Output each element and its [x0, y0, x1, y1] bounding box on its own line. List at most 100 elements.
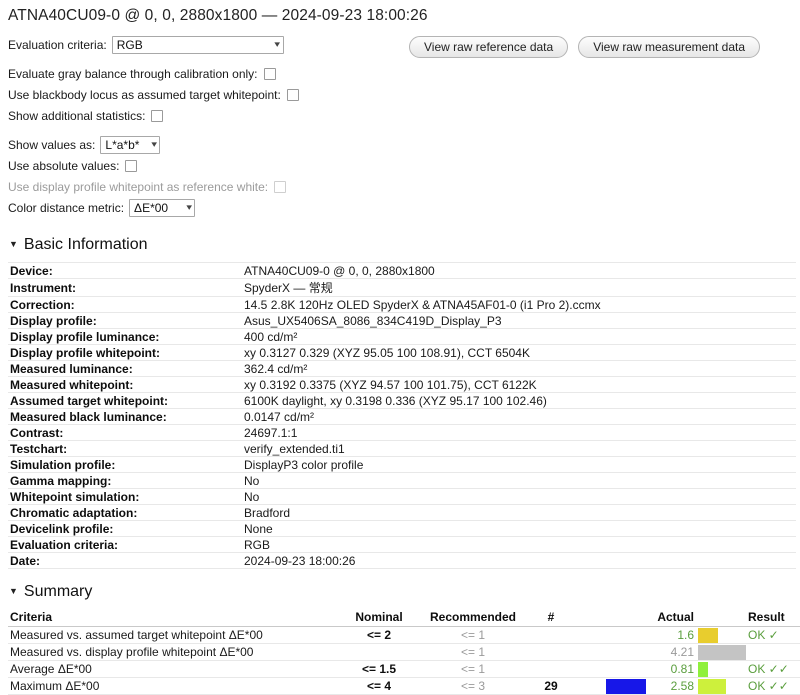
column-header-count-bar: [574, 607, 646, 627]
summary-count: [528, 643, 574, 661]
absolute-values-checkbox[interactable]: [125, 159, 138, 172]
summary-actual: 4.21: [646, 643, 698, 661]
basic-information-section-header[interactable]: ▼ Basic Information: [6, 236, 794, 254]
info-key: Gamma mapping:: [8, 472, 242, 489]
summary-result-text: OK ✓✓: [748, 679, 789, 693]
info-key: Whitepoint simulation:: [8, 488, 242, 505]
info-value: SpyderX — 常规: [242, 278, 796, 297]
show-values-as-select[interactable]: L*a*b* ▾: [100, 135, 161, 154]
info-value: 2024-09-23 18:00:26: [242, 552, 796, 569]
summary-result: OK ✓: [748, 626, 800, 644]
additional-statistics-checkbox[interactable]: [151, 109, 164, 122]
blackbody-locus-checkbox[interactable]: [286, 88, 299, 101]
summary-nominal: [340, 643, 418, 661]
evaluation-criteria-label: Evaluation criteria:: [8, 37, 107, 52]
table-row: Contrast: 24697.1:1: [8, 424, 796, 441]
summary-actual-text: 2.58: [670, 679, 694, 693]
table-row: Testchart: verify_extended.ti1: [8, 440, 796, 457]
column-header-result: Result: [748, 607, 800, 627]
info-key: Measured luminance:: [8, 360, 242, 377]
info-key: Contrast:: [8, 424, 242, 441]
value-bar: [698, 678, 726, 694]
color-distance-metric-label: Color distance metric:: [8, 200, 125, 215]
summary-actual-text: 1.6: [677, 628, 694, 642]
info-key: Evaluation criteria:: [8, 536, 242, 553]
info-value: No: [242, 472, 796, 489]
report-page: ATNA40CU09-0 @ 0, 0, 2880x1800 — 2024-09…: [0, 0, 800, 695]
table-row: Maximum ΔE*00 <= 4 <= 3 29 2.58 OK ✓✓: [8, 677, 800, 695]
summary-count-bar-cell: [574, 660, 646, 678]
info-key: Date:: [8, 552, 242, 569]
option-row-gray-balance: Evaluate gray balance through calibratio…: [6, 63, 794, 84]
chevron-down-icon: ▾: [185, 202, 192, 212]
gray-balance-checkbox[interactable]: [263, 67, 276, 80]
info-value: No: [242, 488, 796, 505]
evaluation-criteria-select[interactable]: RGB ▾: [111, 35, 284, 54]
table-row: Display profile whitepoint: xy 0.3127 0.3…: [8, 344, 796, 361]
table-row: Measured luminance: 362.4 cd/m²: [8, 360, 796, 377]
table-row: Date: 2024-09-23 18:00:26: [8, 552, 796, 569]
blackbody-locus-label: Use blackbody locus as assumed target wh…: [8, 87, 281, 102]
summary-header-row: Criteria Nominal Recommended # Actual Re…: [8, 607, 800, 627]
summary-criteria: Measured vs. assumed target whitepoint Δ…: [8, 626, 340, 644]
triangle-down-icon: ▼: [9, 586, 18, 596]
info-value: 6100K daylight, xy 0.3198 0.336 (XYZ 95.…: [242, 392, 796, 409]
option-row-display-profile-whitepoint: Use display profile whitepoint as refere…: [6, 176, 794, 197]
info-key: Chromatic adaptation:: [8, 504, 242, 521]
summary-count: [528, 660, 574, 678]
table-row: Display profile: Asus_UX5406SA_8086_834C4…: [8, 312, 796, 329]
info-value: verify_extended.ti1: [242, 440, 796, 457]
table-row: Device: ATNA40CU09-0 @ 0, 0, 2880x1800: [8, 262, 796, 279]
chevron-down-icon: ▾: [274, 39, 281, 49]
color-distance-metric-select[interactable]: ΔE*00 ▾: [129, 198, 196, 217]
info-value: RGB: [242, 536, 796, 553]
column-header-criteria: Criteria: [8, 607, 340, 627]
view-raw-measurement-data-button[interactable]: View raw measurement data: [578, 36, 761, 58]
summary-actual: 2.58: [646, 677, 698, 695]
info-value: xy 0.3192 0.3375 (XYZ 94.57 100 101.75),…: [242, 376, 796, 393]
table-row: Whitepoint simulation: No: [8, 488, 796, 505]
value-bar-wrap: [698, 678, 748, 694]
summary-criteria: Maximum ΔE*00: [8, 677, 340, 695]
show-values-as-value: L*a*b*: [105, 137, 140, 152]
info-key: Assumed target whitepoint:: [8, 392, 242, 409]
table-row: Devicelink profile: None: [8, 520, 796, 537]
count-bar-wrap: [574, 678, 646, 694]
color-distance-metric-value: ΔE*00: [134, 200, 169, 215]
option-row-additional-statistics: Show additional statistics:: [6, 105, 794, 126]
triangle-down-icon: ▼: [9, 239, 18, 249]
value-bar: [698, 644, 746, 660]
summary-recommended-text: <= 3: [460, 679, 486, 693]
evaluation-criteria-value: RGB: [116, 37, 143, 52]
info-value: DisplayP3 color profile: [242, 456, 796, 473]
table-row: Chromatic adaptation: Bradford: [8, 504, 796, 521]
info-key: Devicelink profile:: [8, 520, 242, 537]
summary-section-header[interactable]: ▼ Summary: [6, 583, 794, 601]
summary-heading: Summary: [23, 583, 93, 600]
summary-value-bar-cell: [698, 677, 748, 695]
table-row: Evaluation criteria: RGB: [8, 536, 796, 553]
info-value: 400 cd/m²: [242, 328, 796, 345]
info-value: None: [242, 520, 796, 537]
summary-count-bar-cell: [574, 677, 646, 695]
table-row: Measured whitepoint: xy 0.3192 0.3375 (XY…: [8, 376, 796, 393]
summary-nominal-text: <= 1.5: [361, 662, 397, 676]
basic-information-heading: Basic Information: [23, 236, 148, 253]
summary-value-bar-cell: [698, 643, 748, 661]
summary-count-bar-cell: [574, 643, 646, 661]
table-row: Correction: 14.5 2.8K 120Hz OLED SpyderX …: [8, 296, 796, 313]
summary-criteria: Measured vs. display profile whitepoint …: [8, 643, 340, 661]
column-header-count: #: [528, 607, 574, 627]
summary-criteria-text: Maximum ΔE*00: [10, 679, 100, 693]
view-raw-reference-data-button[interactable]: View raw reference data: [409, 36, 569, 58]
summary-recommended-text: <= 1: [460, 628, 486, 642]
info-value: 14.5 2.8K 120Hz OLED SpyderX & ATNA45AF0…: [242, 296, 796, 313]
info-key: Testchart:: [8, 440, 242, 457]
summary-table: Criteria Nominal Recommended # Actual Re…: [8, 607, 800, 695]
gray-balance-label: Evaluate gray balance through calibratio…: [8, 66, 258, 81]
info-key: Display profile luminance:: [8, 328, 242, 345]
info-value: xy 0.3127 0.329 (XYZ 95.05 100 108.91), …: [242, 344, 796, 361]
display-profile-whitepoint-checkbox: [274, 180, 287, 193]
